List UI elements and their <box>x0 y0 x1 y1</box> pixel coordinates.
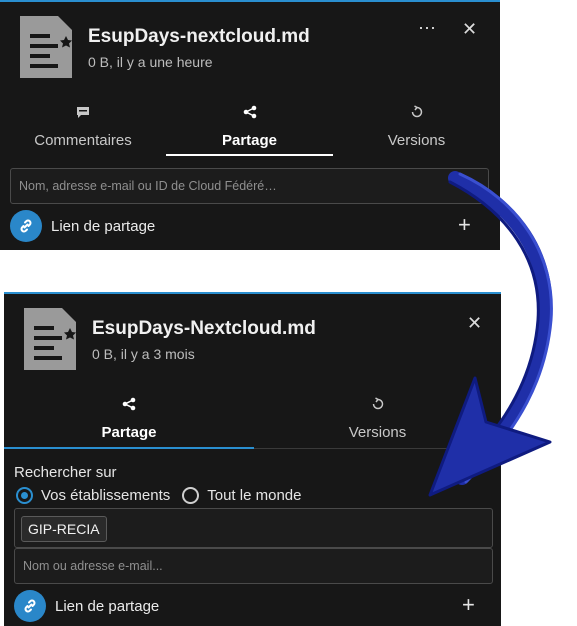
search-input[interactable]: Nom ou adresse e-mail... <box>14 548 493 584</box>
file-subtitle: 0 B, il y a 3 mois <box>92 346 195 362</box>
radio-everyone[interactable] <box>182 487 200 504</box>
history-icon <box>333 102 500 122</box>
tab-label: Versions <box>387 132 446 149</box>
share-icon <box>4 394 254 414</box>
radio-label: Tout le monde <box>207 487 302 504</box>
share-link-row[interactable]: Lien de partage <box>14 590 159 622</box>
tab-label: Commentaires <box>34 132 132 149</box>
tab-comments[interactable]: Commentaires <box>0 102 166 149</box>
tab-label: Partage <box>101 424 157 441</box>
share-link-row[interactable]: Lien de partage <box>10 210 155 242</box>
tab-versions[interactable]: Versions <box>333 102 500 149</box>
more-icon[interactable]: ⋯ <box>418 18 436 38</box>
markdown-file-icon <box>20 16 72 78</box>
markdown-file-icon <box>24 308 76 370</box>
share-link-label: Lien de partage <box>55 597 160 615</box>
comment-icon <box>0 102 166 122</box>
share-icon <box>166 102 333 122</box>
search-scope-options: Vos établissements Tout le monde <box>16 487 301 504</box>
selected-institution-chip[interactable]: GIP-RECIA <box>21 516 107 542</box>
link-icon <box>10 210 42 242</box>
search-scope-label: Rechercher sur <box>14 464 117 481</box>
radio-own-institutions[interactable] <box>16 487 33 504</box>
active-tab-indicator <box>166 154 333 156</box>
close-icon[interactable]: ✕ <box>462 19 477 39</box>
file-title: EsupDays-nextcloud.md <box>88 26 310 47</box>
file-title: EsupDays-Nextcloud.md <box>92 318 316 339</box>
tab-sharing[interactable]: Partage <box>4 394 254 441</box>
link-icon <box>14 590 46 622</box>
share-link-label: Lien de partage <box>51 217 156 235</box>
tab-sharing[interactable]: Partage <box>166 102 333 149</box>
radio-label: Vos établissements <box>41 487 171 504</box>
tab-label: Partage <box>221 132 278 149</box>
annotation-arrow <box>428 171 553 497</box>
active-tab-indicator <box>4 447 254 449</box>
plus-icon[interactable]: + <box>462 594 475 616</box>
institution-select[interactable]: GIP-RECIA <box>14 508 493 548</box>
file-subtitle: 0 B, il y a une heure <box>88 54 213 70</box>
